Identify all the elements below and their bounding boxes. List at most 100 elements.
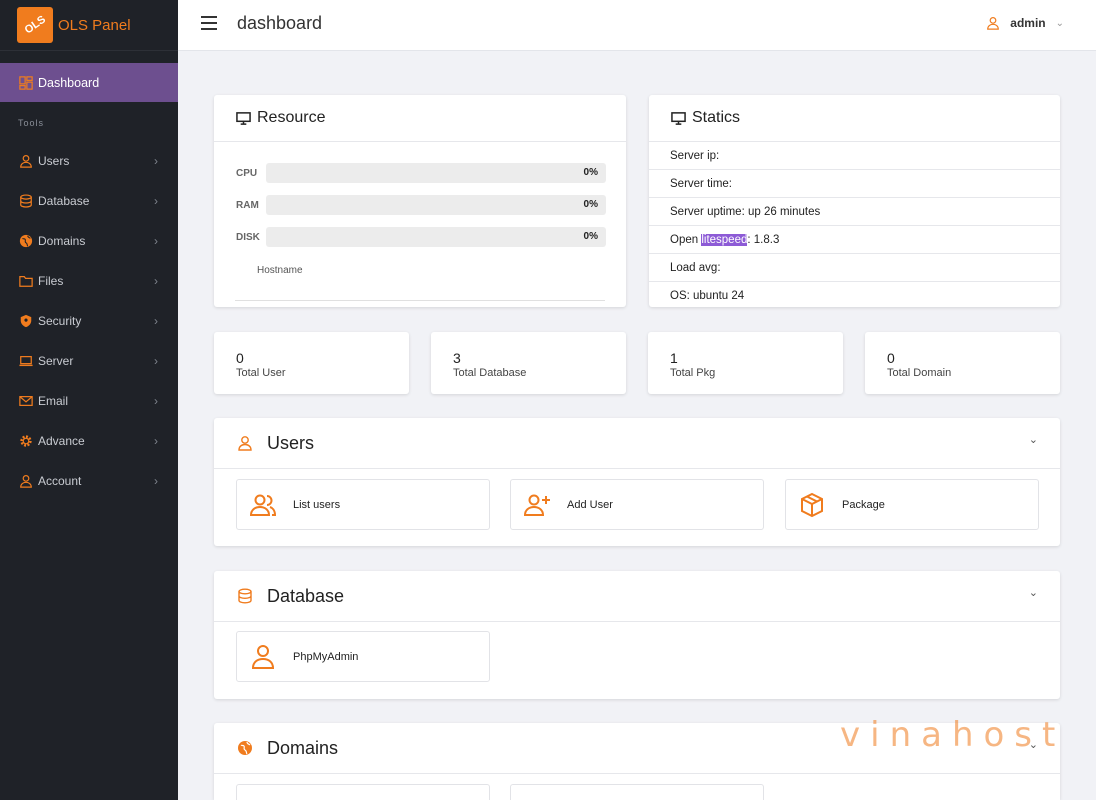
- package-button[interactable]: Package: [785, 479, 1039, 530]
- users-section-title: Users: [267, 432, 315, 453]
- globe-icon: [19, 234, 33, 248]
- hostname-label: Hostname: [257, 265, 303, 276]
- chevron-right-icon: ›: [154, 354, 158, 368]
- openlitespeed-row: Open litespeed: 1.8.3: [649, 226, 1060, 254]
- database-icon: [237, 588, 253, 604]
- statics-card: Statics Server ip: Server time: Server u…: [649, 95, 1060, 307]
- database-section-title: Database: [267, 585, 345, 606]
- chevron-right-icon: ›: [154, 394, 158, 408]
- domain-tile[interactable]: [510, 784, 764, 800]
- cpu-progress-bar: 0%: [266, 163, 606, 183]
- total-user-value: 0: [236, 350, 244, 366]
- total-pkg-card: 1 Total Pkg: [648, 332, 843, 394]
- sidebar-item-advance[interactable]: Advance ›: [0, 421, 178, 461]
- user-icon: [237, 435, 253, 451]
- username: admin: [1010, 16, 1046, 30]
- monitor-icon: [671, 111, 686, 126]
- page-title: dashboard: [237, 13, 323, 33]
- database-section-header[interactable]: Database ⌄: [214, 571, 1060, 622]
- sidebar: OLS OLS Panel Dashboard Tools Users › Da…: [0, 0, 178, 800]
- sidebar-item-label: Domains: [38, 234, 86, 248]
- sidebar-item-email[interactable]: Email ›: [0, 381, 178, 421]
- ram-label: RAM: [236, 199, 259, 211]
- sidebar-item-account[interactable]: Account ›: [0, 461, 178, 501]
- sidebar-item-label: Email: [38, 394, 69, 408]
- user-menu[interactable]: admin ⌄: [986, 16, 1064, 30]
- chevron-down-icon[interactable]: ⌄: [1029, 586, 1038, 599]
- total-database-label: Total Database: [453, 367, 527, 379]
- sidebar-item-security[interactable]: Security ›: [0, 301, 178, 341]
- sidebar-section-label: Tools: [18, 118, 45, 128]
- user-icon: [986, 16, 1000, 30]
- sidebar-item-domains[interactable]: Domains ›: [0, 221, 178, 261]
- envelope-icon: [19, 394, 33, 408]
- resource-card-header: Resource: [214, 95, 626, 142]
- chevron-right-icon: ›: [154, 314, 158, 328]
- sidebar-item-label: Server: [38, 354, 74, 368]
- brand-name: OLS Panel: [58, 16, 131, 34]
- add-user-button[interactable]: Add User: [510, 479, 764, 530]
- sidebar-item-label: Account: [38, 474, 82, 488]
- chevron-right-icon: ›: [154, 234, 158, 248]
- total-domain-label: Total Domain: [887, 367, 952, 379]
- chevron-right-icon: ›: [154, 154, 158, 168]
- sidebar-item-dashboard[interactable]: Dashboard: [0, 63, 178, 102]
- load-avg-row: Load avg:: [649, 254, 1060, 282]
- total-database-card: 3 Total Database: [431, 332, 626, 394]
- total-pkg-value: 1: [670, 350, 678, 366]
- chevron-down-icon: ⌄: [1055, 17, 1064, 29]
- brand[interactable]: OLS OLS Panel: [0, 0, 178, 51]
- watermark-logo: vinahost: [840, 715, 1066, 755]
- total-user-label: Total User: [236, 367, 286, 379]
- cpu-row: CPU 0%: [236, 163, 606, 183]
- monitor-icon: [236, 111, 251, 126]
- statics-title: Statics: [692, 109, 741, 126]
- total-domain-value: 0: [887, 350, 895, 366]
- add-user-label: Add User: [567, 498, 613, 511]
- gear-icon: [19, 434, 33, 448]
- domain-tile[interactable]: [236, 784, 490, 800]
- sidebar-item-label: Advance: [38, 434, 85, 448]
- disk-label: DISK: [236, 231, 260, 243]
- server-uptime-row: Server uptime: up 26 minutes: [649, 198, 1060, 226]
- phpmyadmin-button[interactable]: PhpMyAdmin: [236, 631, 490, 682]
- sidebar-item-label: Dashboard: [38, 75, 100, 90]
- sidebar-item-database[interactable]: Database ›: [0, 181, 178, 221]
- disk-percent: 0%: [583, 231, 598, 242]
- box-icon: [798, 491, 826, 519]
- sidebar-item-server[interactable]: Server ›: [0, 341, 178, 381]
- disk-progress-bar: 0%: [266, 227, 606, 247]
- resource-card: Resource CPU 0% RAM 0% DISK 0% Hostname: [214, 95, 626, 307]
- menu-toggle-icon[interactable]: [201, 16, 217, 30]
- folder-icon: [19, 274, 33, 288]
- ram-progress-bar: 0%: [266, 195, 606, 215]
- sidebar-item-files[interactable]: Files ›: [0, 261, 178, 301]
- package-label: Package: [842, 498, 885, 511]
- sidebar-item-label: Security: [38, 314, 82, 328]
- users-section: Users ⌄ List users Add User Package: [214, 418, 1060, 546]
- chevron-right-icon: ›: [154, 434, 158, 448]
- dashboard-icon: [19, 75, 33, 90]
- globe-icon: [237, 740, 253, 756]
- topbar: dashboard admin ⌄: [178, 0, 1096, 51]
- user-icon: [19, 474, 33, 488]
- total-pkg-label: Total Pkg: [670, 367, 716, 379]
- sidebar-item-label: Database: [38, 194, 90, 208]
- user-icon: [19, 154, 33, 168]
- ram-row: RAM 0%: [236, 195, 606, 215]
- chevron-down-icon[interactable]: ⌄: [1029, 433, 1038, 446]
- brand-logo: OLS: [17, 7, 53, 43]
- users-section-header[interactable]: Users ⌄: [214, 418, 1060, 469]
- open-prefix: Open: [670, 233, 702, 246]
- chevron-right-icon: ›: [154, 194, 158, 208]
- list-users-button[interactable]: List users: [236, 479, 490, 530]
- database-section: Database ⌄ PhpMyAdmin: [214, 571, 1060, 699]
- list-users-label: List users: [293, 498, 341, 511]
- total-user-card: 0 Total User: [214, 332, 409, 394]
- divider: [235, 300, 605, 301]
- sidebar-item-users[interactable]: Users ›: [0, 141, 178, 181]
- database-icon: [19, 194, 33, 208]
- os-row: OS: ubuntu 24: [670, 290, 745, 302]
- chevron-right-icon: ›: [154, 474, 158, 488]
- sidebar-nav: Users › Database › Domains › Files › Sec…: [0, 141, 178, 501]
